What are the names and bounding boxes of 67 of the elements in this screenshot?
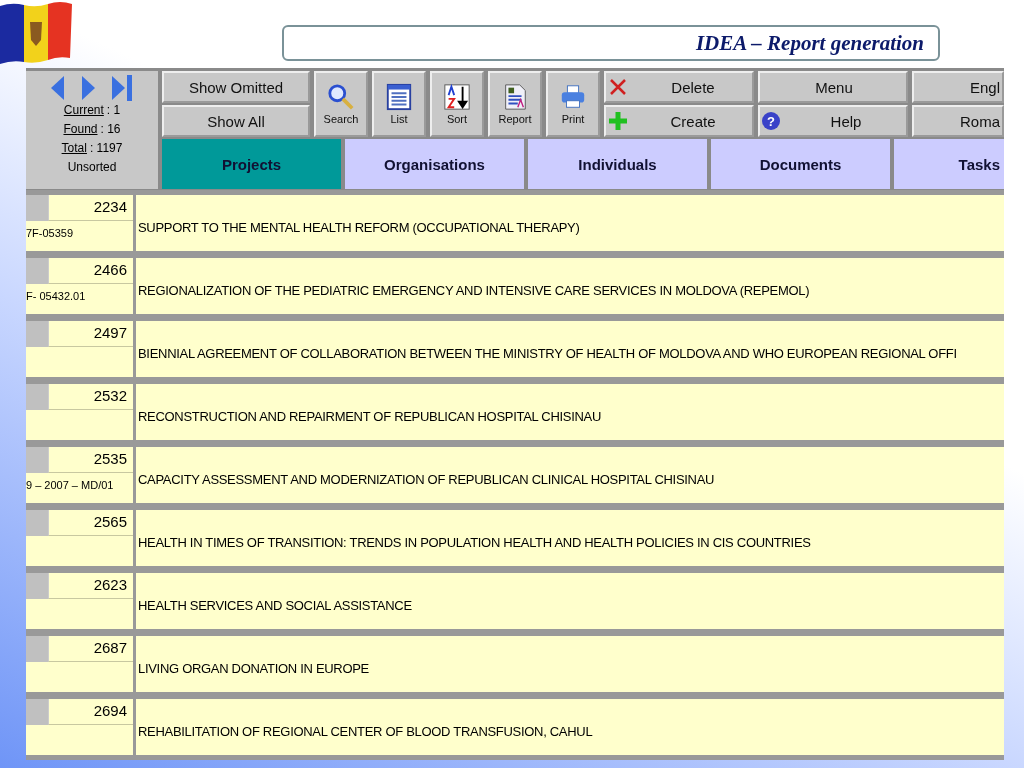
row-selector[interactable] [26, 447, 48, 473]
action-button[interactable]: Menu [758, 71, 908, 103]
record-title[interactable]: BIENNIAL AGREEMENT OF COLLABORATION BETWEEN THE MINISTRY OF HEALTH OF MOLDOVA AND WHO EUROPEAN REGIONAL OFFI [136, 321, 1004, 377]
slide-title: IDEA – Report generation [282, 25, 940, 61]
record-code: 7F-05359 [26, 221, 133, 251]
count-value: : 1 [106, 102, 121, 119]
record-number: 2623 [48, 573, 133, 599]
language-button[interactable]: Roma [912, 105, 1004, 137]
record-title[interactable]: REGIONALIZATION OF THE PEDIATRIC EMERGENCY AND INTENSIVE CARE SERVICES IN MOLDOVA (REPEMOL) [136, 258, 1004, 314]
record-title[interactable]: RECONSTRUCTION AND REPAIRMENT OF REPUBLICAN HOSPITAL CHISINAU [136, 384, 1004, 440]
help-icon: ? [762, 112, 780, 130]
sort-icon [443, 83, 471, 111]
record-number: 2535 [48, 447, 133, 473]
sort-state: Unsorted [67, 159, 117, 176]
count-value: : 1197 [89, 140, 123, 157]
record-title[interactable]: HEALTH SERVICES AND SOCIAL ASSISTANCE [136, 573, 1004, 629]
row-selector[interactable] [26, 258, 48, 284]
record-number: 2687 [48, 636, 133, 662]
close-icon [608, 77, 628, 97]
toolbar-button[interactable]: Sort [430, 71, 484, 137]
row-selector[interactable] [26, 510, 48, 536]
row-selector[interactable] [26, 321, 48, 347]
record-number: 2565 [48, 510, 133, 536]
previous-icon[interactable] [50, 75, 66, 101]
tab[interactable]: Individuals [528, 139, 707, 189]
count-value: : 16 [100, 121, 121, 138]
toolbar-button[interactable]: Show All [162, 105, 310, 137]
tab[interactable]: Tasks [894, 139, 1004, 189]
record-title[interactable]: CAPACITY ASSESSMENT AND MODERNIZATION OF REPUBLICAN CLINICAL HOSPITAL CHISINAU [136, 447, 1004, 503]
action-button[interactable]: Create [604, 105, 754, 137]
toolbar-button[interactable]: Show Omitted [162, 71, 310, 103]
action-button[interactable]: Delete [604, 71, 754, 103]
last-record-icon[interactable] [110, 75, 134, 101]
toolbar-button[interactable]: List [372, 71, 426, 137]
record-code: 9 – 2007 – MD/01 [26, 473, 133, 503]
row-selector[interactable] [26, 195, 48, 221]
record-title[interactable]: SUPPORT TO THE MENTAL HEALTH REFORM (OCCUPATIONAL THERAPY) [136, 195, 1004, 251]
tab[interactable]: Organisations [345, 139, 524, 189]
row-selector[interactable] [26, 699, 48, 725]
record-number: 2234 [48, 195, 133, 221]
record-number: 2694 [48, 699, 133, 725]
toolbar-button[interactable]: Search [314, 71, 368, 137]
action-button[interactable]: ? Help [758, 105, 908, 137]
record-number: 2532 [48, 384, 133, 410]
record-title[interactable]: REHABILITATION OF REGIONAL CENTER OF BLOOD TRANSFUSION, CAHUL [136, 699, 1004, 755]
record-title[interactable]: HEALTH IN TIMES OF TRANSITION: TRENDS IN POPULATION HEALTH AND HEALTH POLICIES IN CIS COUNTRIES [136, 510, 1004, 566]
language-button[interactable]: Engl [912, 71, 1004, 103]
count-label: Found [63, 121, 98, 138]
record-code: F- 05432.01 [26, 284, 133, 314]
toolbar-button[interactable]: Print [546, 71, 600, 137]
row-selector[interactable] [26, 573, 48, 599]
count-label: Total [61, 140, 87, 157]
record-number: 2497 [48, 321, 133, 347]
record-title[interactable]: LIVING ORGAN DONATION IN EUROPE [136, 636, 1004, 692]
record-number: 2466 [48, 258, 133, 284]
row-selector[interactable] [26, 384, 48, 410]
plus-icon [608, 111, 628, 131]
list-icon [385, 83, 413, 111]
toolbar-button[interactable]: Report [488, 71, 542, 137]
search-icon [327, 83, 355, 111]
count-label: Current [63, 102, 104, 119]
flag-icon [0, 0, 74, 66]
printer-icon [559, 83, 587, 111]
row-selector[interactable] [26, 636, 48, 662]
tab[interactable]: Projects [162, 139, 341, 189]
tab[interactable]: Documents [711, 139, 890, 189]
next-icon[interactable] [80, 75, 96, 101]
